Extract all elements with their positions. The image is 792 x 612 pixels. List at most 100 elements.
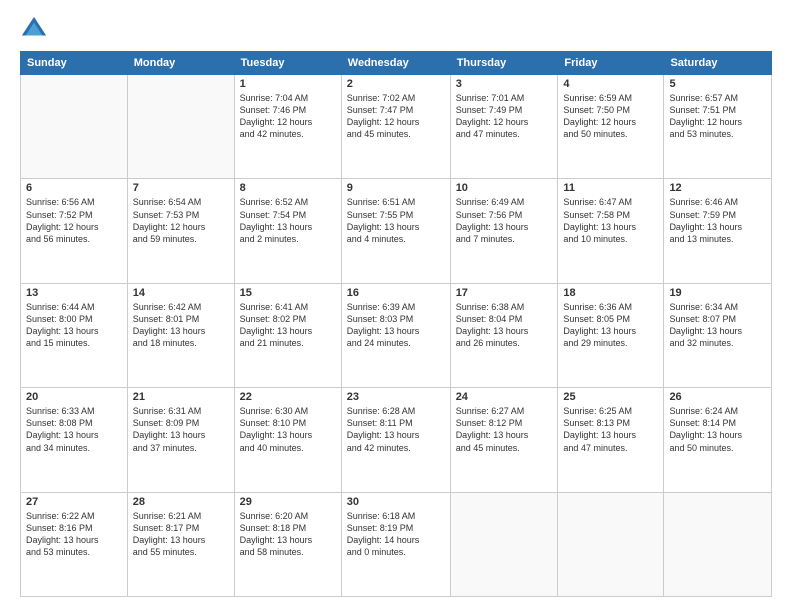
calendar-body: 1 Sunrise: 7:04 AM Sunset: 7:46 PM Daylig… [21, 75, 772, 597]
day-info: Sunrise: 6:30 AM Sunset: 8:10 PM Dayligh… [240, 405, 336, 454]
day-number: 2 [347, 78, 445, 90]
day-number: 22 [240, 391, 336, 403]
logo-icon [20, 15, 48, 43]
calendar-cell: 4 Sunrise: 6:59 AM Sunset: 7:50 PM Daylig… [558, 75, 664, 179]
calendar-cell: 28 Sunrise: 6:21 AM Sunset: 8:17 PM Dayli… [127, 492, 234, 596]
calendar-cell: 5 Sunrise: 6:57 AM Sunset: 7:51 PM Daylig… [664, 75, 772, 179]
day-number: 12 [669, 182, 766, 194]
header-row: SundayMondayTuesdayWednesdayThursdayFrid… [21, 52, 772, 75]
day-info: Sunrise: 6:20 AM Sunset: 8:18 PM Dayligh… [240, 510, 336, 559]
day-info: Sunrise: 6:18 AM Sunset: 8:19 PM Dayligh… [347, 510, 445, 559]
header-day-saturday: Saturday [664, 52, 772, 75]
day-info: Sunrise: 6:25 AM Sunset: 8:13 PM Dayligh… [563, 405, 658, 454]
day-number: 24 [456, 391, 553, 403]
header-day-sunday: Sunday [21, 52, 128, 75]
day-info: Sunrise: 6:57 AM Sunset: 7:51 PM Dayligh… [669, 92, 766, 141]
day-number: 9 [347, 182, 445, 194]
day-number: 27 [26, 496, 122, 508]
day-info: Sunrise: 6:49 AM Sunset: 7:56 PM Dayligh… [456, 196, 553, 245]
calendar-cell: 11 Sunrise: 6:47 AM Sunset: 7:58 PM Dayli… [558, 179, 664, 283]
calendar-cell: 10 Sunrise: 6:49 AM Sunset: 7:56 PM Dayli… [450, 179, 558, 283]
calendar-cell: 3 Sunrise: 7:01 AM Sunset: 7:49 PM Daylig… [450, 75, 558, 179]
calendar-cell: 21 Sunrise: 6:31 AM Sunset: 8:09 PM Dayli… [127, 388, 234, 492]
calendar-cell [127, 75, 234, 179]
day-info: Sunrise: 6:59 AM Sunset: 7:50 PM Dayligh… [563, 92, 658, 141]
calendar-cell: 13Sunrise: 6:44 AM Sunset: 8:00 PM Dayli… [21, 283, 128, 387]
calendar-cell: 24 Sunrise: 6:27 AM Sunset: 8:12 PM Dayli… [450, 388, 558, 492]
day-number: 23 [347, 391, 445, 403]
day-info: Sunrise: 6:31 AM Sunset: 8:09 PM Dayligh… [133, 405, 229, 454]
day-number: 6 [26, 182, 122, 194]
day-number: 30 [347, 496, 445, 508]
calendar-header: SundayMondayTuesdayWednesdayThursdayFrid… [21, 52, 772, 75]
day-info: Sunrise: 6:46 AM Sunset: 7:59 PM Dayligh… [669, 196, 766, 245]
calendar-cell: 22 Sunrise: 6:30 AM Sunset: 8:10 PM Dayli… [234, 388, 341, 492]
logo [20, 15, 52, 43]
calendar-cell: 30 Sunrise: 6:18 AM Sunset: 8:19 PM Dayli… [341, 492, 450, 596]
day-number: 5 [669, 78, 766, 90]
day-info: Sunrise: 6:38 AM Sunset: 8:04 PM Dayligh… [456, 301, 553, 350]
day-number: 18 [563, 287, 658, 299]
header-day-wednesday: Wednesday [341, 52, 450, 75]
calendar-cell [21, 75, 128, 179]
day-number: 21 [133, 391, 229, 403]
header [20, 15, 772, 43]
day-info: Sunrise: 6:47 AM Sunset: 7:58 PM Dayligh… [563, 196, 658, 245]
day-number: 20 [26, 391, 122, 403]
calendar-cell: 14 Sunrise: 6:42 AM Sunset: 8:01 PM Dayli… [127, 283, 234, 387]
day-info: Sunrise: 6:42 AM Sunset: 8:01 PM Dayligh… [133, 301, 229, 350]
day-info: Sunrise: 6:24 AM Sunset: 8:14 PM Dayligh… [669, 405, 766, 454]
day-number: 4 [563, 78, 658, 90]
day-number: 14 [133, 287, 229, 299]
day-number: 19 [669, 287, 766, 299]
day-info: Sunrise: 6:21 AM Sunset: 8:17 PM Dayligh… [133, 510, 229, 559]
day-number: 10 [456, 182, 553, 194]
calendar-cell [558, 492, 664, 596]
calendar-cell: 27 Sunrise: 6:22 AM Sunset: 8:16 PM Dayli… [21, 492, 128, 596]
calendar-cell: 1 Sunrise: 7:04 AM Sunset: 7:46 PM Daylig… [234, 75, 341, 179]
header-day-friday: Friday [558, 52, 664, 75]
day-number: 26 [669, 391, 766, 403]
day-info: Sunrise: 6:28 AM Sunset: 8:11 PM Dayligh… [347, 405, 445, 454]
day-info: Sunrise: 7:04 AM Sunset: 7:46 PM Dayligh… [240, 92, 336, 141]
day-number: 25 [563, 391, 658, 403]
day-number: 7 [133, 182, 229, 194]
day-info: Sunrise: 6:54 AM Sunset: 7:53 PM Dayligh… [133, 196, 229, 245]
day-number: 13 [26, 287, 122, 299]
calendar-cell: 23 Sunrise: 6:28 AM Sunset: 8:11 PM Dayli… [341, 388, 450, 492]
day-number: 3 [456, 78, 553, 90]
day-info: Sunrise: 6:51 AM Sunset: 7:55 PM Dayligh… [347, 196, 445, 245]
day-info: Sunrise: 7:02 AM Sunset: 7:47 PM Dayligh… [347, 92, 445, 141]
calendar-table: SundayMondayTuesdayWednesdayThursdayFrid… [20, 51, 772, 597]
calendar-cell: 16 Sunrise: 6:39 AM Sunset: 8:03 PM Dayli… [341, 283, 450, 387]
day-number: 16 [347, 287, 445, 299]
day-info: Sunrise: 6:39 AM Sunset: 8:03 PM Dayligh… [347, 301, 445, 350]
header-day-monday: Monday [127, 52, 234, 75]
calendar-cell: 26 Sunrise: 6:24 AM Sunset: 8:14 PM Dayli… [664, 388, 772, 492]
calendar-cell: 8Sunrise: 6:52 AM Sunset: 7:54 PM Daylig… [234, 179, 341, 283]
calendar-cell: 25 Sunrise: 6:25 AM Sunset: 8:13 PM Dayli… [558, 388, 664, 492]
day-info: Sunrise: 7:01 AM Sunset: 7:49 PM Dayligh… [456, 92, 553, 141]
day-info: Sunrise: 6:41 AM Sunset: 8:02 PM Dayligh… [240, 301, 336, 350]
day-info: Sunrise: 6:22 AM Sunset: 8:16 PM Dayligh… [26, 510, 122, 559]
day-info: Sunrise: 6:27 AM Sunset: 8:12 PM Dayligh… [456, 405, 553, 454]
calendar-cell: 19Sunrise: 6:34 AM Sunset: 8:07 PM Dayli… [664, 283, 772, 387]
calendar-cell [664, 492, 772, 596]
page: SundayMondayTuesdayWednesdayThursdayFrid… [0, 0, 792, 612]
day-number: 28 [133, 496, 229, 508]
day-number: 11 [563, 182, 658, 194]
day-info: Sunrise: 6:36 AM Sunset: 8:05 PM Dayligh… [563, 301, 658, 350]
day-number: 1 [240, 78, 336, 90]
calendar-cell: 9 Sunrise: 6:51 AM Sunset: 7:55 PM Daylig… [341, 179, 450, 283]
calendar-cell: 15Sunrise: 6:41 AM Sunset: 8:02 PM Dayli… [234, 283, 341, 387]
calendar-cell: 18 Sunrise: 6:36 AM Sunset: 8:05 PM Dayli… [558, 283, 664, 387]
week-row-2: 13Sunrise: 6:44 AM Sunset: 8:00 PM Dayli… [21, 283, 772, 387]
day-number: 29 [240, 496, 336, 508]
calendar-cell: 7 Sunrise: 6:54 AM Sunset: 7:53 PM Daylig… [127, 179, 234, 283]
week-row-0: 1 Sunrise: 7:04 AM Sunset: 7:46 PM Daylig… [21, 75, 772, 179]
calendar-cell: 17Sunrise: 6:38 AM Sunset: 8:04 PM Dayli… [450, 283, 558, 387]
calendar-cell: 6Sunrise: 6:56 AM Sunset: 7:52 PM Daylig… [21, 179, 128, 283]
week-row-3: 20Sunrise: 6:33 AM Sunset: 8:08 PM Dayli… [21, 388, 772, 492]
calendar-cell: 29 Sunrise: 6:20 AM Sunset: 8:18 PM Dayli… [234, 492, 341, 596]
day-number: 8 [240, 182, 336, 194]
